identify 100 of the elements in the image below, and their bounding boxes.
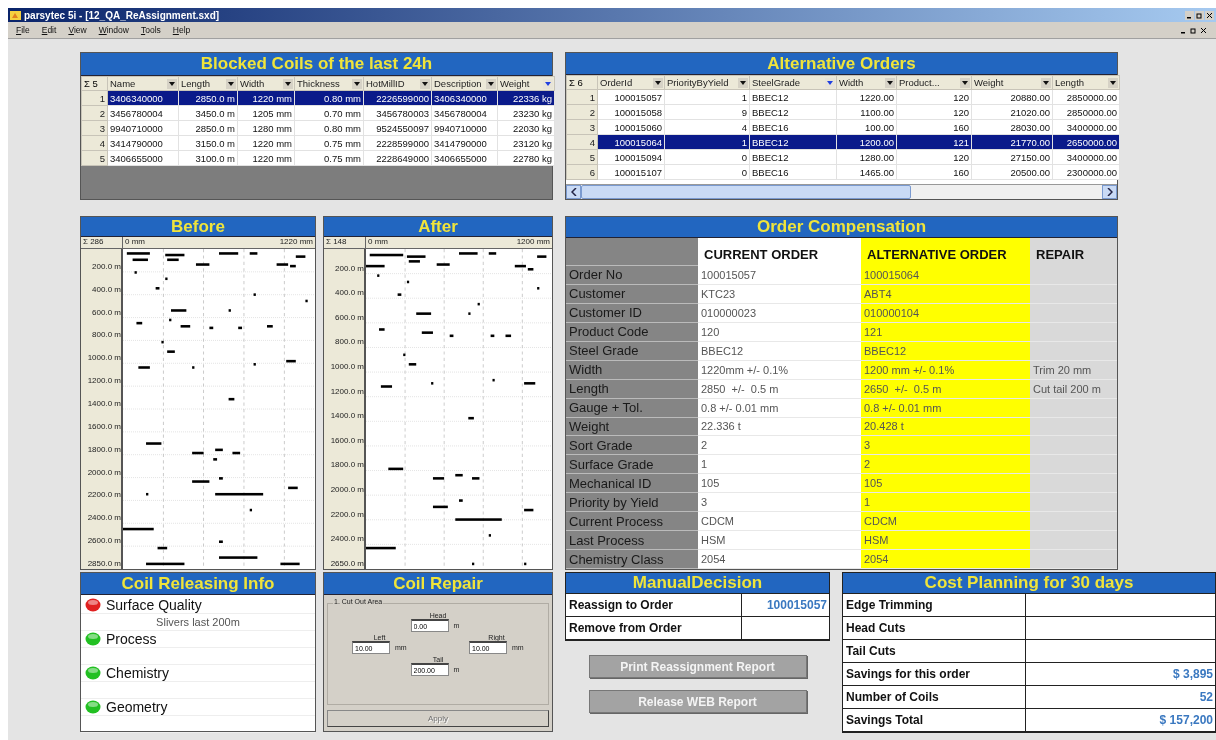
- panel-title: Cost Planning for 30 days: [842, 572, 1216, 594]
- table-cell: 1220 mm: [237, 150, 295, 166]
- restore-icon[interactable]: [1195, 10, 1204, 20]
- table-cell: 2054: [861, 550, 1030, 569]
- table-cell: 3400000.00: [1052, 119, 1120, 135]
- row-label: Chemistry Class: [566, 550, 698, 569]
- minimize-icon[interactable]: [1185, 10, 1194, 20]
- table-cell: 1465.00: [836, 164, 897, 180]
- table-cell: 1280 mm: [237, 120, 295, 136]
- scrollbar-thumb[interactable]: [581, 185, 911, 199]
- table-cell: 100015064: [597, 134, 665, 150]
- dropdown-arrow-icon: [885, 77, 895, 88]
- table-cell: 22780 kg: [497, 150, 555, 166]
- column-header[interactable]: PriorityByYield: [664, 75, 750, 90]
- table-cell: 23230 kg: [497, 105, 555, 121]
- table-cell: 120: [896, 149, 972, 165]
- menu-item[interactable]: Window: [98, 25, 129, 35]
- status-label: Surface Quality: [106, 597, 202, 613]
- axis-label: 2400.0 m: [87, 513, 121, 523]
- table-cell: 3400000.00: [1052, 149, 1120, 165]
- axis-label: 1400.0 m: [87, 399, 121, 408]
- column-header[interactable]: OrderId: [597, 75, 665, 90]
- order-link[interactable]: 100015057: [742, 594, 829, 617]
- row-label: Surface Grade: [566, 455, 698, 475]
- close-icon[interactable]: [1205, 10, 1214, 20]
- column-header[interactable]: Thickness: [294, 76, 364, 91]
- scrollbar[interactable]: [566, 184, 1117, 199]
- column-header[interactable]: Description: [431, 76, 498, 91]
- chevron-right-icon: [1106, 188, 1113, 196]
- column-header[interactable]: Product...: [896, 75, 972, 90]
- table-cell: 0: [664, 164, 750, 180]
- status-label: Geometry: [106, 699, 168, 715]
- table-cell: 2850.0 m: [178, 90, 238, 106]
- axis-label: 1000.0 m: [330, 362, 364, 372]
- axis-label: 2200.0 m: [87, 490, 121, 500]
- axis-label: 1220 mm: [278, 237, 314, 248]
- table-cell: 27150.00: [971, 149, 1053, 165]
- restore-icon[interactable]: [1189, 25, 1198, 35]
- table-cell: 28030.00: [971, 119, 1053, 135]
- column-header[interactable]: Name: [107, 76, 179, 91]
- axis-label: 400.0 m: [92, 284, 121, 294]
- row-label: Number of Coils: [843, 686, 1026, 709]
- column-header[interactable]: Weight: [497, 76, 555, 91]
- menu-item[interactable]: View: [68, 25, 87, 35]
- column-header[interactable]: HotMillID: [363, 76, 432, 91]
- row-label: Savings Total: [843, 709, 1026, 732]
- menu-item[interactable]: Help: [172, 25, 191, 35]
- row-label: Tail Cuts: [843, 640, 1026, 663]
- window-title: parsytec 5i - [12_QA_ReAssignment.sxd]: [24, 9, 221, 21]
- row-label: Head Cuts: [843, 617, 1026, 640]
- table-cell: 0.75 mm: [294, 135, 364, 151]
- panel-title: Order Compensation: [566, 217, 1117, 238]
- menu-item[interactable]: File: [16, 25, 30, 35]
- axis-label: 2650.0 m: [330, 558, 364, 568]
- table-cell: 22336 kg: [497, 90, 555, 106]
- defect-count: Σ 286: [81, 237, 123, 248]
- column-header[interactable]: Length: [1052, 75, 1120, 90]
- status-light-icon: [85, 632, 101, 646]
- menu-item[interactable]: Tools: [140, 25, 161, 35]
- column-header[interactable]: Weight: [971, 75, 1053, 90]
- axis-label: 2200.0 m: [330, 509, 364, 519]
- table-cell: 3406340000: [431, 90, 498, 106]
- dropdown-arrow-icon: [960, 77, 970, 88]
- table-cell: 52: [1026, 686, 1215, 709]
- dropdown-arrow-icon: [420, 78, 430, 89]
- table-cell: 1: [664, 134, 750, 150]
- close-icon[interactable]: [1199, 25, 1208, 35]
- table-cell: 20500.00: [971, 164, 1053, 180]
- table-cell: 3: [861, 436, 1030, 456]
- row-label: Order No: [566, 266, 698, 285]
- scroll-left-button[interactable]: [566, 185, 581, 199]
- table-cell: 120: [896, 89, 972, 105]
- column-header[interactable]: Width: [836, 75, 897, 90]
- scroll-right-button[interactable]: [1102, 185, 1117, 199]
- menu-item[interactable]: Edit: [41, 25, 57, 35]
- status-note: Slivers last 200m: [81, 614, 315, 631]
- column-header[interactable]: Length: [178, 76, 238, 91]
- axis-label: 1800.0 m: [330, 460, 364, 470]
- axis-label: 2400.0 m: [330, 534, 364, 544]
- table-cell: 3450.0 m: [178, 105, 238, 121]
- status-light-icon: [85, 598, 101, 612]
- axis-label: 2850.0 m: [87, 559, 121, 569]
- column-header[interactable]: SteelGrade: [749, 75, 837, 90]
- axis-label: 800.0 m: [92, 330, 121, 340]
- table-cell: 9940710000: [431, 120, 498, 136]
- table-cell: BBEC12: [749, 134, 837, 150]
- row-label: Savings for this order: [843, 663, 1026, 686]
- column-header[interactable]: Width: [237, 76, 295, 91]
- table-cell: 0.80 mm: [294, 90, 364, 106]
- table-cell: 3414790000: [107, 135, 179, 151]
- axis-label: 600.0 m: [335, 312, 364, 322]
- table-cell: 22030 kg: [497, 120, 555, 136]
- table-cell: 100015094: [597, 149, 665, 165]
- table-cell: 4: [664, 119, 750, 135]
- table-cell: 23120 kg: [497, 135, 555, 151]
- row-label: Reassign to Order: [566, 594, 742, 617]
- axis-label: 2000.0 m: [330, 485, 364, 495]
- table-cell: 100015058: [597, 104, 665, 120]
- table-cell: 2850.0 m: [178, 120, 238, 136]
- dropdown-arrow-icon: [1041, 77, 1051, 88]
